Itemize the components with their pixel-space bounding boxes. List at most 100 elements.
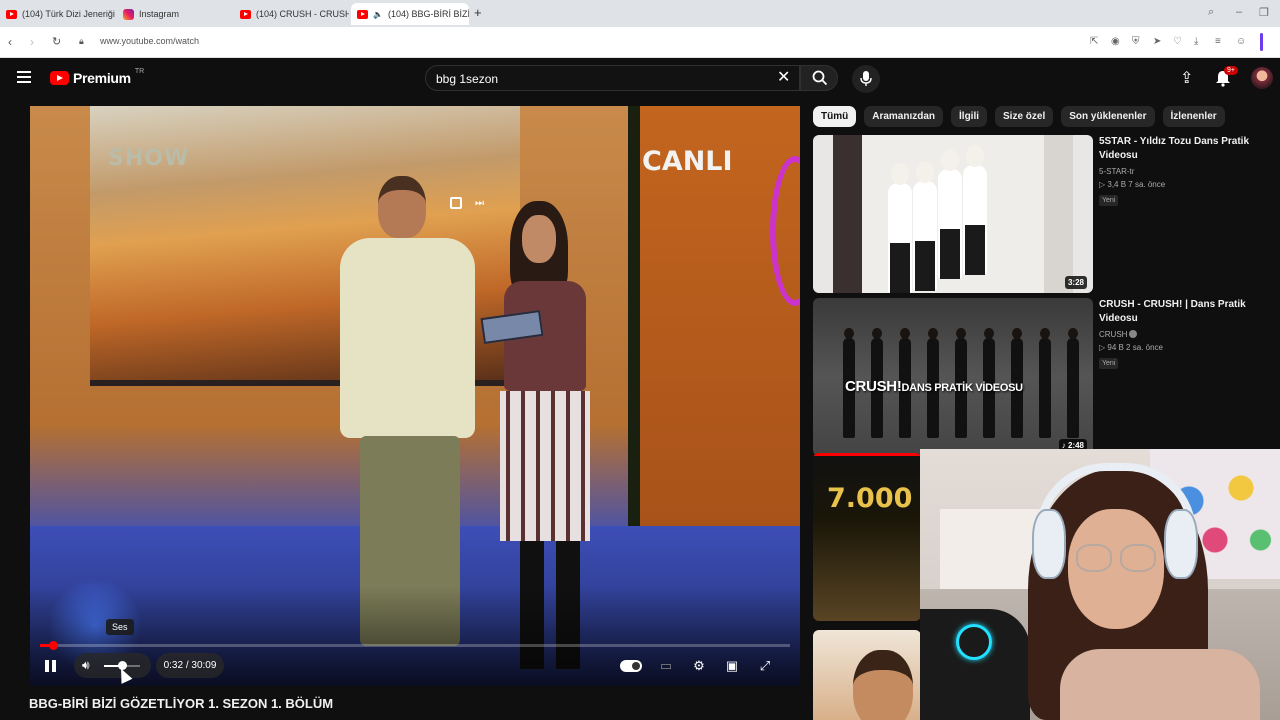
glasses — [1120, 544, 1156, 572]
shield-icon[interactable]: ⛨ — [1132, 36, 1140, 47]
volume-tooltip: Ses — [106, 619, 134, 635]
camera-icon[interactable]: ◉ — [1111, 36, 1120, 47]
tab-label: (104) CRUSH - CRUSH! | D — [256, 9, 349, 19]
hamburger-menu-icon[interactable] — [17, 71, 31, 83]
reload-icon[interactable]: ↻ — [52, 35, 61, 48]
search-icon — [812, 70, 828, 86]
profile-icon[interactable]: ☺ — [1236, 36, 1246, 47]
maximize-icon[interactable]: ❐ — [1259, 6, 1269, 19]
chip-from-search[interactable]: Aramanızdan — [864, 106, 944, 127]
streamer-shirt — [1060, 649, 1260, 720]
recommendation-item[interactable]: CRUSH!DANS PRATİK VİDEOSU ♪ 2:48 CRUSH -… — [813, 298, 1273, 458]
chip-all[interactable]: Tümü — [813, 106, 857, 127]
speaker-icon: 🔈 — [373, 9, 383, 19]
browser-address-bar: ‹ › ↻ 🔒︎ www.youtube.com/watch ⇱ ◉ ⛨ ➤ ♡… — [0, 27, 1280, 58]
watched-progress — [813, 453, 921, 456]
microphone-icon — [860, 71, 872, 86]
filter-chips: Tümü Aramanızdan İlgili Size özel Son yü… — [813, 106, 1225, 127]
thumbnail-caption: 7.000 Y — [827, 483, 921, 514]
search-button[interactable] — [800, 65, 838, 91]
youtube-icon — [240, 9, 251, 19]
browser-tab-bar: (104) Türk Dizi Jeneriğini Instagram (10… — [0, 0, 1280, 27]
clear-search-icon[interactable]: ✕ — [777, 67, 790, 87]
settings-gear-icon[interactable]: ⚙ — [690, 658, 708, 674]
youtube-play-icon — [50, 71, 69, 85]
menu-lines-icon[interactable]: ≡ — [1215, 36, 1221, 47]
search-input[interactable] — [436, 72, 736, 86]
skip-next-icon[interactable]: ⏭ — [475, 198, 484, 209]
live-label: CANLI — [642, 146, 733, 177]
tab-label: (104) BBG-BİRİ BİZİ G — [387, 9, 469, 19]
thumbnail-caption: CRUSH!DANS PRATİK VİDEOSU — [845, 378, 1023, 395]
youtube-icon — [6, 9, 17, 19]
recommendation-title[interactable]: CRUSH - CRUSH! | Dans Pratik Videosu — [1099, 298, 1259, 326]
channel-name[interactable]: 5-STAR-tr — [1099, 167, 1259, 176]
logo-region: TR — [134, 67, 145, 75]
fullscreen-icon[interactable]: ⤢ — [756, 658, 774, 674]
video-player[interactable]: SHOW CANLI ⏭ Ses 🔊︎ 0:32 / 30:09 ▭ ⚙ ▣ ⤢ — [30, 106, 800, 686]
share-icon[interactable]: ⇱ — [1090, 36, 1098, 47]
microphone-light-ring — [956, 624, 992, 660]
minimize-icon[interactable]: – — [1236, 6, 1242, 18]
voice-search-button[interactable] — [852, 65, 880, 93]
lock-icon: 🔒︎ — [79, 36, 84, 46]
duration-badge: 3:28 — [1064, 276, 1087, 289]
upload-icon[interactable]: ⇪ — [1180, 68, 1193, 88]
autoplay-toggle[interactable] — [620, 659, 642, 672]
recommendation-item[interactable]: 3:28 5STAR - Yıldız Tozu Dans Pratik Vid… — [813, 135, 1273, 295]
headset-cup — [1164, 509, 1198, 579]
notification-badge: 9+ — [1224, 66, 1238, 75]
youtube-logo[interactable]: Premium TR — [50, 67, 145, 86]
video-thumbnail[interactable]: CRUSH!DANS PRATİK VİDEOSU ♪ 2:48 — [813, 298, 1093, 456]
subtitles-icon[interactable]: ▭ — [657, 658, 675, 674]
volume-slider[interactable] — [104, 661, 140, 670]
new-badge: Yeni — [1099, 195, 1119, 206]
show-channel-logo: SHOW — [108, 146, 190, 171]
browser-tab[interactable]: Instagram — [117, 3, 232, 25]
progress-scrubber[interactable] — [48, 641, 58, 650]
url-field[interactable]: www.youtube.com/watch — [100, 36, 199, 46]
search-tabs-icon[interactable]: ⌕ — [1208, 6, 1214, 19]
forward-icon[interactable]: › — [30, 35, 34, 49]
sidebar-indicator — [1260, 33, 1263, 51]
webcam-overlay — [920, 449, 1280, 720]
volume-icon[interactable]: 🔊︎ — [82, 658, 90, 673]
back-icon[interactable]: ‹ — [8, 35, 12, 49]
video-thumbnail[interactable]: 7.000 Y — [813, 453, 921, 621]
browser-tab[interactable]: (104) CRUSH - CRUSH! | D — [234, 3, 349, 25]
recommendation-meta: CRUSH - CRUSH! | Dans Pratik Videosu CRU… — [1099, 298, 1259, 370]
video-thumbnail[interactable]: 3:28 — [813, 135, 1093, 293]
chip-for-you[interactable]: Size özel — [995, 106, 1054, 127]
browser-tab[interactable]: (104) Türk Dizi Jeneriğini — [0, 3, 115, 25]
headset-cup — [1032, 509, 1066, 579]
heart-icon[interactable]: ♡ — [1173, 36, 1182, 47]
youtube-icon — [357, 9, 368, 19]
miniplayer-icon[interactable] — [450, 197, 462, 209]
channel-name[interactable]: CRUSH — [1099, 330, 1259, 339]
download-icon[interactable]: ⤓ — [1194, 36, 1198, 47]
tab-label: Instagram — [139, 9, 180, 19]
glasses — [1076, 544, 1112, 572]
browser-tab-active[interactable]: 🔈 (104) BBG-BİRİ BİZİ G — [351, 3, 469, 25]
send-icon[interactable]: ➤ — [1153, 36, 1161, 47]
chip-watched[interactable]: İzlenenler — [1162, 106, 1225, 127]
recommendation-title[interactable]: 5STAR - Yıldız Tozu Dans Pratik Videosu — [1099, 135, 1259, 163]
video-title: BBG-BİRİ BİZİ GÖZETLİYOR 1. SEZON 1. BÖL… — [29, 696, 334, 711]
new-tab-icon[interactable]: + — [474, 5, 482, 20]
logo-text: Premium — [73, 70, 131, 86]
chip-recently-uploaded[interactable]: Son yüklenenler — [1061, 106, 1155, 127]
volume-control[interactable]: 🔊︎ — [74, 653, 151, 678]
time-display: 0:32 / 30:09 — [156, 653, 224, 678]
search-box — [425, 65, 800, 91]
pause-icon[interactable] — [45, 660, 57, 672]
view-stats: ▷ 94 B 2 sa. önce — [1099, 343, 1163, 352]
user-avatar[interactable] — [1251, 67, 1273, 89]
youtube-header: Premium TR ✕ ⇪ 9+ — [0, 59, 1280, 101]
new-badge: Yeni — [1099, 358, 1119, 369]
progress-bar[interactable] — [40, 641, 790, 650]
theater-mode-icon[interactable]: ▣ — [723, 658, 741, 674]
tab-label: (104) Türk Dizi Jeneriğini — [22, 9, 115, 19]
instagram-icon — [123, 8, 134, 20]
chip-related[interactable]: İlgili — [951, 106, 988, 127]
video-thumbnail[interactable] — [813, 630, 921, 720]
